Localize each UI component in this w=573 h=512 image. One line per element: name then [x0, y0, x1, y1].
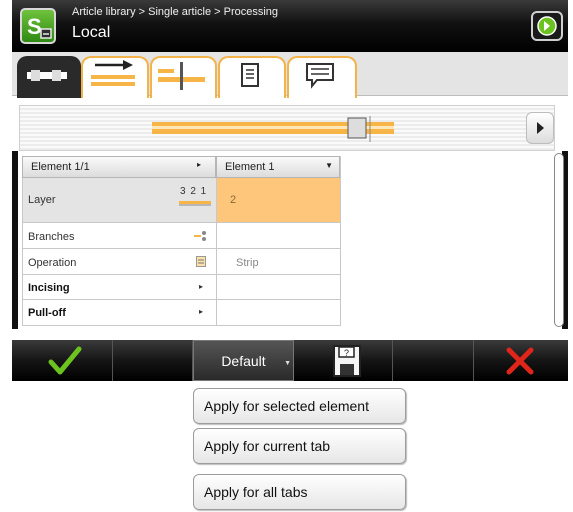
next-button[interactable] [531, 11, 563, 41]
table-row-pull-off[interactable]: Pull-off ▸ [22, 300, 340, 326]
wire-branch-icon [158, 62, 205, 90]
page-title: Local [72, 24, 111, 41]
empty-toolbar-slot [112, 340, 193, 381]
column-divider [216, 178, 217, 326]
save-button[interactable]: ? [308, 342, 388, 379]
table-header-element[interactable]: Element 1/1 ▸ [22, 156, 216, 178]
table-row-operation[interactable]: Operation Strip [22, 249, 340, 275]
row-label: Pull-off [28, 307, 66, 319]
table-row-layer[interactable]: Layer 3 2 1 2 [22, 178, 340, 223]
arrow-right-circle-icon [537, 16, 557, 36]
dropdown-arrow-icon: ▼ [284, 360, 291, 367]
row-value: 2 [230, 194, 237, 206]
row-label: Incising [28, 282, 70, 294]
wire-preview-icon [152, 116, 394, 142]
row-label: Layer [28, 194, 56, 206]
tab-element-overview[interactable] [17, 56, 81, 98]
message-icon [306, 63, 334, 89]
chevron-right-icon: ▸ [199, 282, 204, 291]
tab-forward[interactable] [81, 56, 149, 98]
table-header-column-label: Element 1 [225, 161, 275, 173]
bottom-toolbar: Default ▼ ? [12, 340, 568, 381]
tab-document[interactable] [218, 56, 286, 98]
row-label: Operation [28, 257, 77, 269]
save-icon: ? [333, 345, 361, 377]
wire-overview-icon [27, 70, 67, 81]
column-divider [340, 156, 341, 326]
confirm-button[interactable] [12, 340, 113, 381]
chevron-right-icon: ▸ [196, 160, 201, 169]
row-value-cell[interactable]: 2 [216, 178, 340, 222]
header-bar: S Article library > Single article > Pro… [12, 0, 568, 52]
breadcrumb: Article library > Single article > Proce… [72, 6, 279, 18]
table-header-column[interactable]: Element 1 ▼ [216, 156, 340, 178]
default-button[interactable]: Default ▼ [193, 340, 294, 381]
chevron-right-icon [537, 122, 544, 134]
menu-apply-current-tab[interactable]: Apply for current tab [193, 428, 406, 464]
table-border [22, 178, 23, 326]
vertical-scrollbar[interactable] [554, 153, 564, 327]
menu-apply-selected-element[interactable]: Apply for selected element [193, 388, 406, 424]
preview-next-button[interactable] [526, 112, 554, 144]
checkmark-icon [48, 346, 82, 375]
svg-text:S: S [27, 14, 42, 39]
operation-icon [196, 256, 206, 267]
cancel-button[interactable] [472, 340, 568, 381]
table-row-branches[interactable]: Branches [22, 223, 340, 249]
menu-apply-all-tabs[interactable]: Apply for all tabs [193, 474, 406, 510]
wire-forward-icon [91, 60, 135, 86]
properties-table: Element 1/1 ▸ Element 1 ▼ Layer 3 2 1 2 … [12, 151, 568, 329]
row-value: Strip [236, 257, 259, 269]
default-button-label: Default [221, 353, 266, 369]
layer-icon: 3 2 1 [177, 186, 213, 210]
document-icon [241, 63, 259, 87]
chevron-down-icon: ▼ [325, 161, 333, 170]
table-header-element-label: Element 1/1 [31, 161, 90, 173]
app-logo-icon[interactable]: S [20, 8, 56, 44]
tab-branch[interactable] [150, 56, 217, 98]
row-label: Branches [28, 231, 75, 243]
chevron-right-icon: ▸ [199, 307, 204, 316]
svg-text:?: ? [344, 348, 349, 358]
tab-message[interactable] [287, 56, 357, 98]
branches-icon [194, 231, 206, 241]
empty-toolbar-slot [392, 340, 474, 381]
tab-strip [12, 52, 568, 98]
element-preview [19, 105, 555, 151]
close-icon [506, 347, 534, 375]
table-row-incising[interactable]: Incising ▸ [22, 275, 340, 300]
